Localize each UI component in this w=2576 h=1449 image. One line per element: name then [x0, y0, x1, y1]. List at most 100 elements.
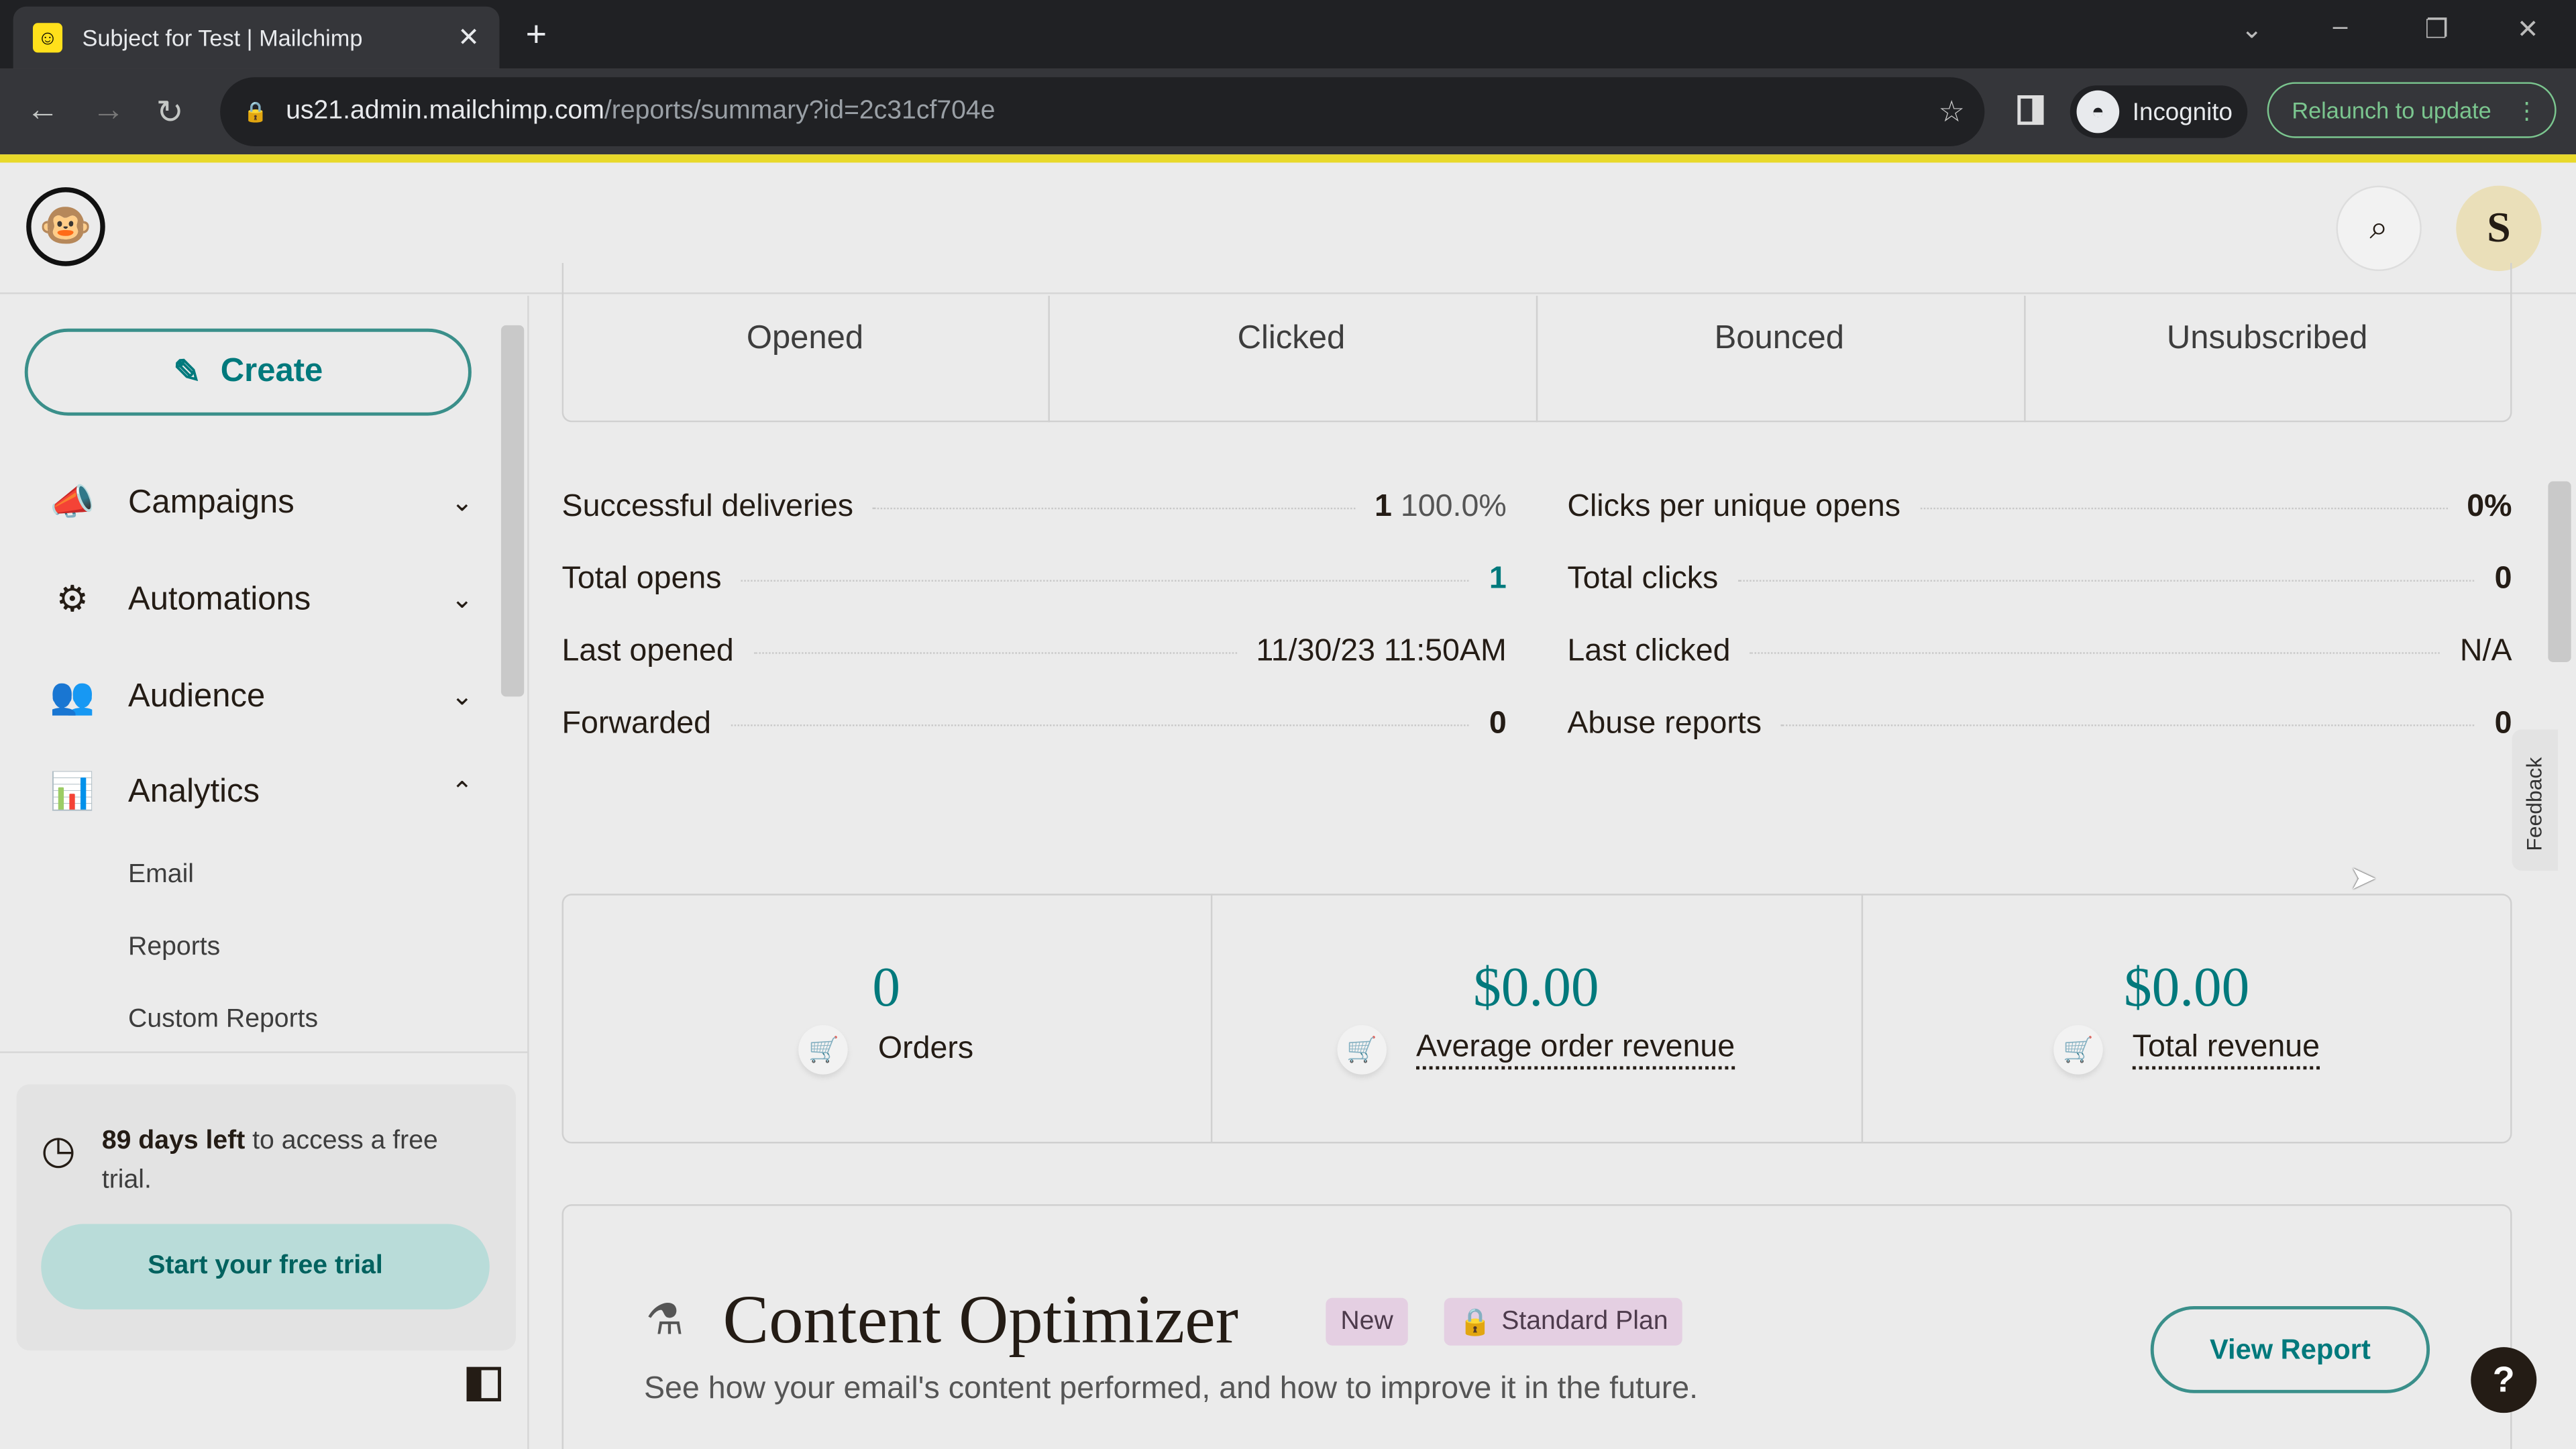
detail-clicks-per-unique-opens: Clicks per unique opens 0%	[1567, 490, 2512, 526]
feedback-label: Feedback	[2522, 757, 2546, 851]
avg-order-revenue-value: $0.00	[1473, 957, 1599, 1019]
label: Automations	[128, 580, 311, 617]
orders-value: 0	[872, 957, 901, 1019]
create-label: Create	[220, 353, 323, 390]
total-revenue-value: $0.00	[2123, 957, 2250, 1019]
value: 11/30/23 11:50AM	[1256, 634, 1507, 669]
collapse-sidebar-icon[interactable]	[466, 1366, 501, 1401]
mouse-cursor-icon: ➤	[2349, 861, 2377, 898]
stat-clicked: Clicked	[1237, 320, 1346, 357]
audience-icon: 👥	[50, 675, 95, 716]
sidebar-item-campaigns[interactable]: 📣 Campaigns ⌄	[46, 470, 474, 535]
url-path: /reports/summary?id=2c31cf704e	[604, 97, 996, 125]
label[interactable]: Average order revenue	[1416, 1030, 1735, 1070]
label: Analytics	[128, 773, 260, 810]
percent: 100.0%	[1400, 489, 1507, 525]
restore-icon[interactable]: ❐	[2425, 13, 2449, 46]
automations-icon: ⚙	[56, 578, 89, 620]
detail-abuse-reports: Abuse reports 0	[1567, 706, 2512, 743]
bookmark-star-icon[interactable]: ☆	[1938, 95, 1965, 129]
menu-dots-icon: ⋮	[2515, 96, 2538, 123]
value: 1	[1375, 489, 1392, 525]
sidebar-item-audience[interactable]: 👥 Audience ⌄	[46, 663, 473, 729]
label: Orders	[877, 1031, 974, 1067]
label: Forwarded	[561, 706, 711, 741]
mailchimp-logo-icon[interactable]: 🐵	[26, 187, 105, 266]
label: Audience	[128, 678, 266, 714]
trial-days: 89 days left	[101, 1127, 246, 1155]
orders-label: 🛒 Orders	[562, 1025, 1211, 1075]
tab-title: Subject for Test | Mailchimp	[82, 24, 363, 51]
detail-last-clicked: Last clicked N/A	[1567, 634, 2512, 670]
help-button[interactable]: ?	[2471, 1347, 2537, 1413]
browser-tab[interactable]: ☺ Subject for Test | Mailchimp ✕	[13, 6, 500, 69]
forward-icon[interactable]: →	[92, 92, 125, 129]
main-scrollbar[interactable]	[2548, 481, 2571, 662]
divider	[0, 1051, 529, 1053]
detail-last-opened: Last opened 11/30/23 11:50AM	[562, 634, 1507, 670]
sidebar-item-analytics[interactable]: 📊 Analytics ⌃	[46, 759, 474, 824]
label[interactable]: Total revenue	[2132, 1030, 2320, 1070]
create-button[interactable]: ✎ Create	[24, 328, 472, 416]
sidebar-subitem-custom-reports[interactable]: Custom Reports	[128, 1006, 318, 1035]
avg-order-revenue-label[interactable]: 🛒 Average order revenue	[1211, 1025, 1862, 1075]
incognito-yellow-bar	[0, 154, 2576, 163]
stat-unsubscribed: Unsubscribed	[2166, 320, 2368, 357]
close-tab-icon[interactable]: ✕	[458, 21, 480, 54]
cart-icon: 🛒	[2053, 1025, 2103, 1075]
total-revenue-label[interactable]: 🛒 Total revenue	[1862, 1025, 2512, 1075]
address-bar[interactable]: 🔒 us21.admin.mailchimp.com/reports/summa…	[220, 77, 1985, 146]
sidebar-subitem-email[interactable]: Email	[128, 861, 194, 890]
standard-plan-badge: 🔒 Standard Plan	[1444, 1297, 1683, 1346]
back-icon[interactable]: ←	[26, 92, 59, 129]
total-opens-link[interactable]: 1	[1489, 562, 1507, 598]
label: Last clicked	[1567, 634, 1731, 669]
relaunch-label: Relaunch to update	[2292, 97, 2491, 123]
label: Total opens	[561, 561, 722, 596]
pencil-icon: ✎	[173, 354, 201, 391]
cart-icon: 🛒	[799, 1025, 849, 1075]
divider	[2024, 295, 2026, 423]
sidebar-scrollbar[interactable]	[500, 325, 525, 697]
label: Clicks per unique opens	[1567, 489, 1900, 525]
chevron-up-icon: ⌃	[451, 778, 474, 807]
chevron-down-icon: ⌄	[451, 586, 474, 614]
megaphone-icon: 📣	[50, 481, 95, 523]
detail-total-clicks: Total clicks 0	[1567, 562, 2512, 598]
cart-icon: 🛒	[1337, 1025, 1387, 1075]
value: 0	[2494, 561, 2512, 596]
reload-icon[interactable]: ↻	[156, 92, 184, 133]
label: Abuse reports	[1567, 706, 1762, 741]
relaunch-button[interactable]: Relaunch to update ⋮	[2267, 82, 2557, 138]
search-icon[interactable]: ⌕	[2336, 185, 2422, 272]
bar-chart-icon: 📊	[50, 770, 95, 812]
tab-search-icon[interactable]: ⌄	[2241, 13, 2263, 46]
feedback-tab[interactable]: Feedback	[2512, 729, 2559, 871]
minimize-icon[interactable]: –	[2333, 13, 2348, 43]
value: 0%	[2467, 489, 2512, 525]
incognito-icon: ◓	[2076, 90, 2120, 133]
chevron-down-icon: ⌄	[451, 489, 474, 518]
label: Successful deliveries	[561, 489, 854, 525]
value: 0	[1489, 706, 1507, 741]
divider	[1048, 295, 1050, 423]
incognito-indicator[interactable]: ◓ Incognito	[2070, 85, 2248, 138]
url-host: us21.admin.mailchimp.com	[286, 97, 604, 125]
avatar[interactable]: S	[2456, 185, 2542, 272]
new-badge: New	[1326, 1297, 1408, 1346]
label: Total clicks	[1567, 561, 1719, 596]
sidebar-item-automations[interactable]: ⚙ Automations ⌄	[46, 567, 474, 633]
start-free-trial-button[interactable]: Start your free trial	[41, 1224, 490, 1309]
mailchimp-favicon-icon: ☺	[32, 23, 63, 53]
stat-bounced: Bounced	[1714, 320, 1844, 357]
sidebar-subitem-reports[interactable]: Reports	[128, 933, 220, 963]
detail-total-opens: Total opens 1	[562, 562, 1507, 598]
value: N/A	[2459, 634, 2512, 669]
close-window-icon[interactable]: ✕	[2517, 13, 2539, 46]
view-report-button[interactable]: View Report	[2150, 1305, 2430, 1393]
new-tab-icon[interactable]: +	[526, 13, 547, 56]
value: 0	[2494, 706, 2512, 741]
optimizer-description: See how your email's content performed, …	[644, 1371, 1699, 1407]
label: Last opened	[561, 634, 734, 669]
side-panel-icon[interactable]	[2017, 95, 2044, 125]
